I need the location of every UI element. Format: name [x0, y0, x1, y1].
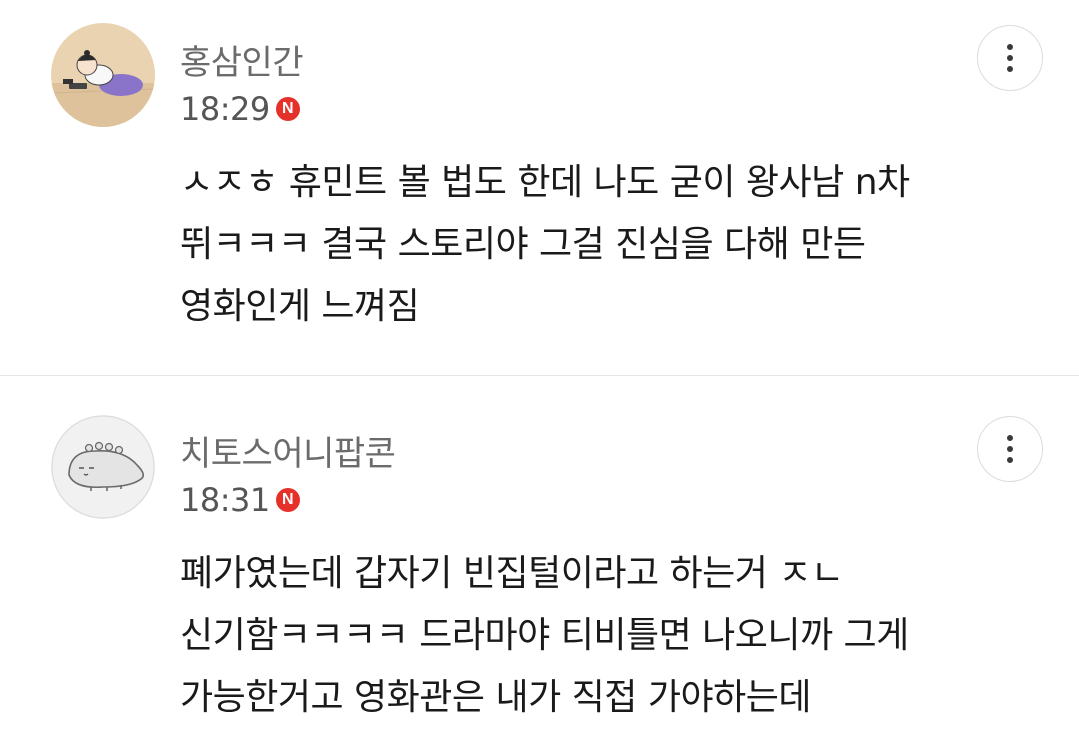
comment-meta: 18:29 N — [180, 89, 300, 129]
avatar-dinosaur-icon — [51, 415, 155, 519]
comment-body-line: 가능한거고 영화관은 내가 직접 가야하는데 — [180, 677, 811, 718]
comment-body-line: ㅅㅈㅎ 휴민트 볼 법도 한데 나도 굳이 왕사남 n차 — [180, 162, 910, 203]
comment-body-line: 신기함ㅋㅋㅋㅋ 드라마야 티비틀면 나오니까 그게 — [180, 615, 909, 656]
avatar-person-lying-icon — [51, 23, 155, 127]
new-badge-icon: N — [275, 97, 300, 121]
more-vertical-icon — [1007, 44, 1013, 50]
comment-body: 폐가였는데 갑자기 빈집털이라고 하는거 ㅈㄴ 신기함ㅋㅋㅋㅋ 드라마야 티비틀… — [180, 543, 1040, 729]
timestamp: 18:29 — [180, 90, 270, 128]
avatar[interactable] — [51, 23, 155, 127]
more-vertical-icon — [1007, 457, 1013, 463]
avatar[interactable] — [51, 415, 155, 519]
comment-body-line: 영화인게 느껴짐 — [180, 286, 420, 327]
more-vertical-icon — [1007, 435, 1013, 441]
comment-body: ㅅㅈㅎ 휴민트 볼 법도 한데 나도 굳이 왕사남 n차 뛰ㅋㅋㅋ 결국 스토리… — [180, 152, 1040, 338]
timestamp: 18:31 — [180, 481, 270, 519]
more-options-button[interactable] — [977, 416, 1043, 482]
more-vertical-icon — [1007, 446, 1013, 452]
more-vertical-icon — [1007, 66, 1013, 72]
comment-meta: 18:31 N — [180, 480, 300, 520]
username[interactable]: 치토스어니팝콘 — [180, 426, 396, 475]
more-vertical-icon — [1007, 55, 1013, 61]
comment-body-line: 뛰ㅋㅋㅋ 결국 스토리야 그걸 진심을 다해 만든 — [180, 224, 866, 265]
username[interactable]: 홍삼인간 — [180, 35, 304, 84]
new-badge-icon: N — [275, 488, 300, 512]
more-options-button[interactable] — [977, 25, 1043, 91]
comment-item: 치토스어니팝콘 18:31 N 폐가였는데 갑자기 빈집털이라고 하는거 ㅈㄴ … — [0, 376, 1079, 755]
comment-item: 홍삼인간 18:29 N ㅅㅈㅎ 휴민트 볼 법도 한데 나도 굳이 왕사남 n… — [0, 0, 1079, 375]
comment-body-line: 폐가였는데 갑자기 빈집털이라고 하는거 ㅈㄴ — [180, 553, 844, 594]
